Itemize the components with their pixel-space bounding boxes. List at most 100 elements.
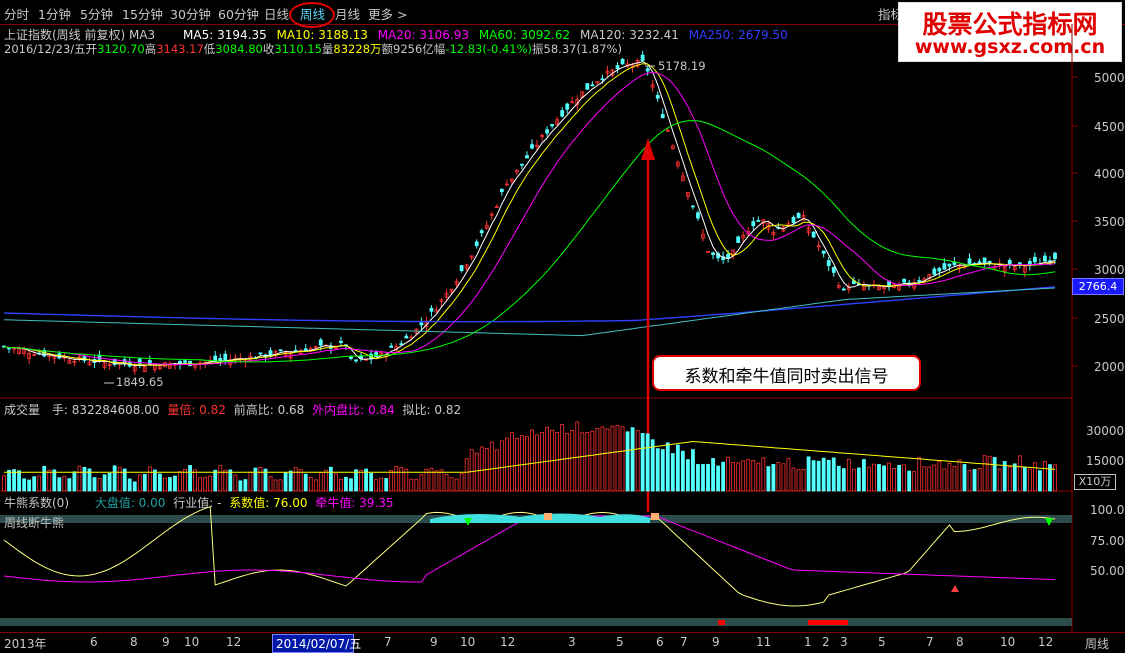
indicator-axis-label: 50.00 (1090, 564, 1125, 578)
price-axis-label: 5000 (1094, 71, 1125, 85)
volume-bar (967, 470, 972, 492)
candle-body (841, 288, 846, 291)
volume-bar (741, 460, 746, 492)
volume-bar (429, 467, 434, 492)
volume-bar (459, 473, 464, 492)
candle-body (932, 268, 937, 275)
volume-bar (907, 470, 912, 492)
volume-bar (374, 479, 379, 492)
candle-body (620, 58, 625, 65)
volume-bar (288, 470, 293, 492)
volume-bar (605, 428, 610, 492)
volume-bar (731, 462, 736, 492)
candle-body (550, 124, 555, 127)
volume-bar (726, 456, 731, 492)
volume-bar (922, 466, 927, 492)
market-value: 大盘值: 0.00 (94, 496, 166, 510)
volume-bar (273, 479, 278, 492)
volume-bar (233, 474, 238, 492)
red-zone-marker (718, 620, 725, 625)
date-axis-label: 7 (926, 635, 934, 649)
volume-bar (464, 458, 469, 492)
volume-bar (47, 469, 52, 492)
price-axis-label: 4000 (1094, 167, 1125, 181)
date-axis-label: 7 (384, 635, 392, 649)
volume-bar (851, 468, 856, 492)
volume-bar (157, 473, 162, 492)
volume-bar (675, 444, 680, 492)
candle-body (615, 65, 620, 69)
volume-bar (701, 464, 705, 492)
date-axis-label: 12 (1038, 635, 1054, 649)
volume-bar (590, 430, 595, 492)
volume-bar (42, 465, 47, 492)
volume-bar (278, 479, 283, 492)
volume-bar (344, 476, 348, 492)
candle-body (354, 359, 358, 362)
volume-bar (1032, 462, 1037, 492)
volume-bar (610, 425, 615, 492)
volume-bar (499, 440, 504, 492)
volume-bar (409, 478, 414, 492)
date-axis: 2013年 6 8 9 10 12 2014/02/07/五 7 9 10 12… (0, 632, 1125, 653)
period-label: 周线 (1085, 637, 1110, 651)
volume-bar (615, 424, 620, 492)
volume-bar (72, 471, 77, 492)
volume-bar (479, 446, 484, 492)
volume-bar (504, 437, 509, 492)
volume-bar (494, 449, 499, 492)
volume-bar (821, 457, 826, 492)
indicator-subtitle: 周线断牛熊 (4, 516, 65, 530)
candle-body (479, 230, 484, 234)
indicator-axis-label: 100.0 (1090, 503, 1125, 517)
volume-bar (987, 455, 992, 492)
candle-body (339, 340, 343, 344)
candle-body (399, 343, 404, 346)
volume-bar (152, 469, 157, 492)
candle-body (751, 221, 756, 227)
candle-body (952, 261, 957, 266)
volume-bar (580, 432, 585, 492)
volume-bar (696, 464, 700, 492)
volume-bar (349, 478, 353, 492)
kline-chart[interactable] (0, 0, 1125, 652)
ma60-line (3, 120, 1056, 363)
volume-bar (434, 470, 439, 492)
red-zone-marker (808, 620, 848, 625)
volume-bar (188, 465, 192, 492)
candle-body (590, 84, 595, 87)
candle-body (917, 280, 922, 282)
volume-bar (293, 466, 298, 492)
volume-bar (339, 478, 343, 492)
volume-bar (716, 465, 720, 492)
volume-bar (27, 479, 32, 492)
date-axis-label: 10 (1000, 635, 1016, 649)
candle-body (1017, 262, 1022, 265)
date-axis-label: 3 (840, 635, 848, 649)
volume-bar (147, 466, 152, 492)
date-axis-label: 5 (878, 635, 886, 649)
date-axis-label: 8 (956, 635, 964, 649)
volume-axis-label: 15000 (1086, 454, 1125, 468)
trough-price-label: 1849.65 (116, 375, 164, 389)
volume-bar (932, 464, 937, 492)
date-axis-label: 9 (712, 635, 720, 649)
volume-bar (173, 475, 177, 492)
volume-bar (168, 477, 172, 492)
volume-bar (862, 459, 866, 492)
orange-marker (651, 513, 659, 520)
volume-bar (585, 432, 590, 492)
volume-bar (711, 458, 715, 492)
volume-bar (137, 474, 142, 492)
date-axis-label: 9 (430, 635, 438, 649)
candle-body (691, 205, 695, 208)
volume-bar (1022, 466, 1027, 492)
volume-bar (771, 463, 776, 492)
ma250-line (3, 286, 1056, 323)
volume-bar (645, 433, 650, 492)
volume-bar (670, 453, 675, 492)
candle-body (459, 265, 464, 272)
volume-bar (444, 474, 449, 492)
volume-bar (57, 477, 62, 492)
volume-bar (489, 441, 494, 492)
